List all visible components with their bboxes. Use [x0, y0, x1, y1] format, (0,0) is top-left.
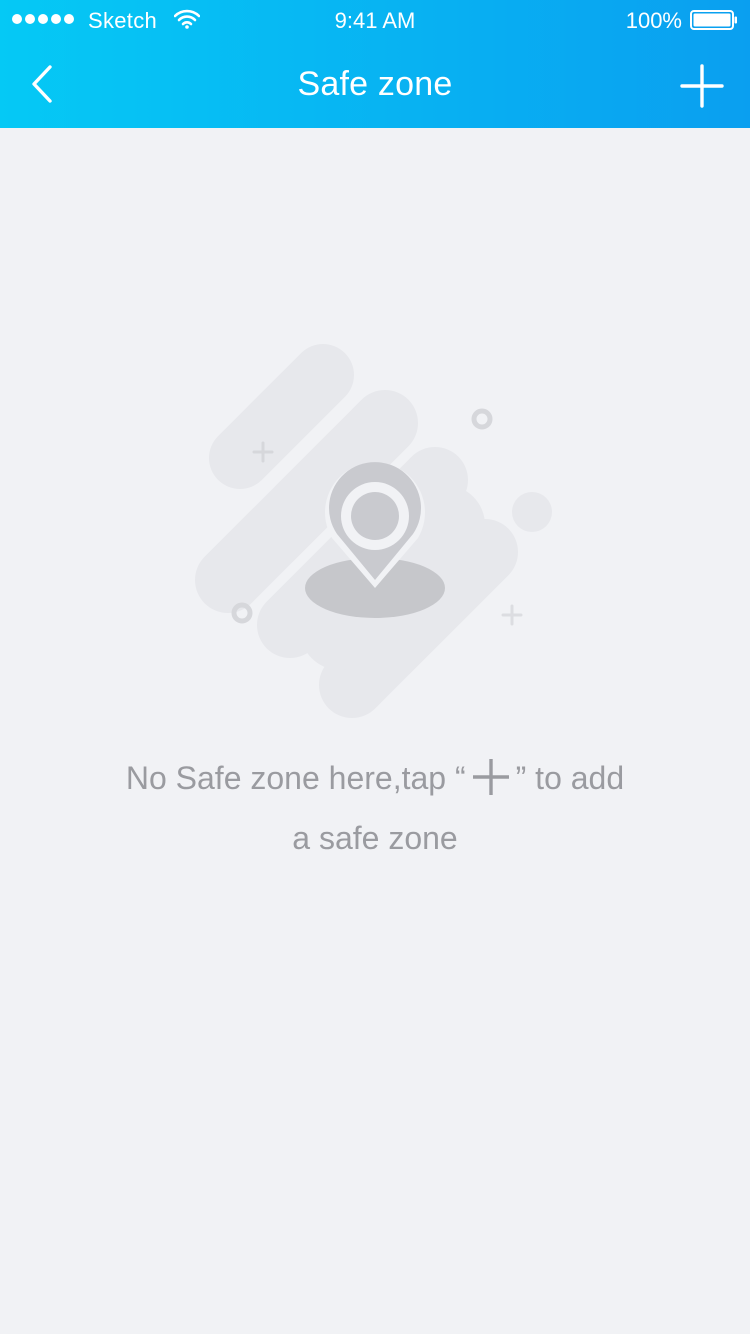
- plus-icon: [680, 64, 724, 108]
- battery-percentage: 100%: [625, 8, 682, 33]
- ring-decoration: [231, 602, 253, 624]
- sparkle-plus-icon: [501, 604, 523, 626]
- empty-message-line1: No Safe zone here,tap “ ” to add: [40, 748, 710, 808]
- battery-icon: [690, 10, 737, 30]
- empty-message-before: No Safe zone here,tap “: [125, 760, 466, 796]
- empty-message-after: ” to add: [515, 760, 625, 796]
- ring-decoration: [471, 408, 493, 430]
- navigation-bar: Safe zone: [0, 40, 750, 128]
- plus-icon: [472, 759, 509, 795]
- page-title: Safe zone: [297, 65, 453, 103]
- empty-message-line2: a safe zone: [292, 820, 458, 856]
- app-header: Sketch 9:41 AM 100% Safe zone: [0, 0, 750, 128]
- status-bar: Sketch 9:41 AM 100%: [0, 0, 750, 40]
- add-safe-zone-button[interactable]: [678, 62, 726, 110]
- empty-state-illustration: [195, 344, 552, 718]
- empty-state-message: No Safe zone here,tap “ ” to add a safe …: [40, 748, 710, 868]
